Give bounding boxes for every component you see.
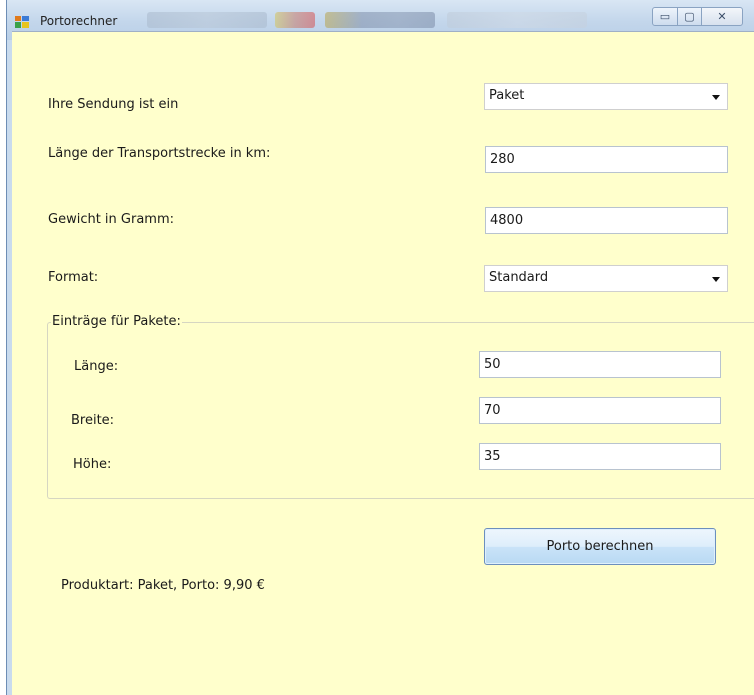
minimize-button[interactable]: ▭ xyxy=(652,7,678,26)
sendung-select[interactable]: Paket xyxy=(484,83,728,110)
paket-laenge-input[interactable]: 50 xyxy=(479,351,721,378)
transportstrecke-input[interactable]: 280 xyxy=(485,146,728,173)
maximize-icon: ▢ xyxy=(684,10,695,23)
transportstrecke-label: Länge der Transportstrecke in km: xyxy=(48,146,271,161)
gewicht-label: Gewicht in Gramm: xyxy=(48,212,175,227)
titlebar-blur-decoration xyxy=(447,12,587,28)
app-window: Portorechner ▭ ▢ ✕ Ihre Sendung ist ein … xyxy=(6,0,754,695)
window-title: Portorechner xyxy=(40,14,118,28)
result-label: Produktart: Paket, Porto: 9,90 € xyxy=(61,578,265,593)
porto-berechnen-button[interactable]: Porto berechnen xyxy=(484,528,716,565)
sendung-label: Ihre Sendung ist ein xyxy=(48,97,179,112)
titlebar-blur-decoration xyxy=(147,12,267,28)
paket-laenge-label: Länge: xyxy=(74,359,119,374)
close-icon: ✕ xyxy=(717,10,727,23)
maximize-button[interactable]: ▢ xyxy=(677,7,702,26)
format-label: Format: xyxy=(48,270,99,285)
format-selected-value: Standard xyxy=(489,270,549,285)
chevron-down-icon xyxy=(712,95,720,100)
gewicht-input[interactable]: 4800 xyxy=(485,207,728,234)
paket-hoehe-label: Höhe: xyxy=(73,457,112,472)
paket-breite-input[interactable]: 70 xyxy=(479,397,721,424)
paket-breite-label: Breite: xyxy=(71,413,115,428)
paket-groupbox-legend: Einträge für Pakete: xyxy=(51,314,182,329)
sendung-selected-value: Paket xyxy=(489,88,525,103)
titlebar-blur-decoration xyxy=(325,12,435,28)
titlebar-blur-decoration xyxy=(275,12,315,28)
paket-hoehe-input[interactable]: 35 xyxy=(479,443,721,470)
window-icon xyxy=(15,16,29,28)
format-select[interactable]: Standard xyxy=(484,265,728,292)
close-button[interactable]: ✕ xyxy=(701,7,743,26)
chevron-down-icon xyxy=(712,277,720,282)
minimize-icon: ▭ xyxy=(659,10,671,23)
